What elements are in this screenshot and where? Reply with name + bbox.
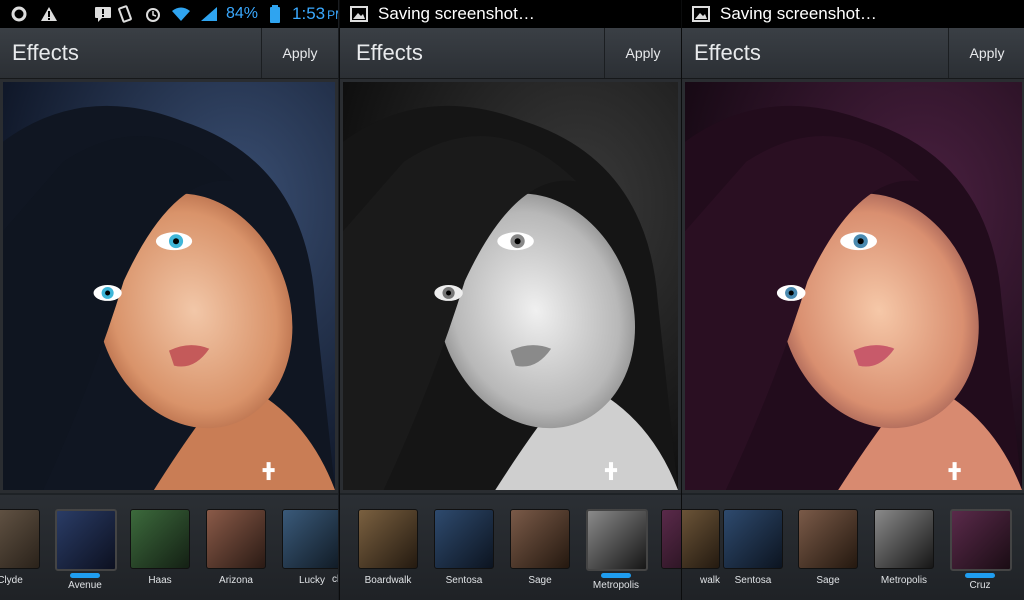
effect-label: Sentosa — [734, 575, 772, 586]
effect-label: walk — [699, 575, 720, 586]
effect-label: Metropolis — [592, 580, 640, 591]
effect-label: Clyde — [0, 575, 23, 586]
effect-label: Cruz — [969, 580, 991, 591]
effects-panel-1: 84% 1:53PM Effects Apply — [0, 0, 338, 600]
effect-thumb-partial[interactable] — [661, 509, 681, 569]
effect-thumb-sentosa[interactable]: Sentosa — [723, 509, 783, 586]
effect-label: Metropolis — [880, 575, 928, 586]
effect-label: Sage — [528, 575, 552, 586]
effect-label: Arizona — [219, 575, 253, 586]
effect-thumb-arizona[interactable]: Arizona — [206, 509, 266, 586]
vibrate-icon — [114, 3, 136, 25]
effect-label: Haas — [148, 575, 172, 586]
effects-strip: walk Sentosa Sage Metropolis Cruz — [682, 495, 1024, 600]
message-alert-icon — [92, 3, 114, 25]
effect-label: Lucky — [298, 575, 326, 586]
warning-icon — [38, 3, 60, 25]
screen-title: Effects — [12, 40, 79, 65]
action-bar: Effects Apply — [340, 28, 681, 79]
effect-thumb-metropolis[interactable]: Metropolis — [586, 509, 648, 591]
wifi-icon — [170, 3, 192, 25]
photo-preview — [340, 79, 681, 493]
effect-thumb-image — [510, 509, 570, 569]
circle-notification-icon — [8, 3, 30, 25]
effect-thumb-image — [358, 509, 418, 569]
effects-strip: Boardwalk Sentosa Sage Metropolis — [340, 495, 681, 600]
effect-label: cl — [332, 574, 338, 585]
apply-button[interactable]: Apply — [604, 28, 681, 78]
effects-panel-3: Saving screenshot… Effects Apply walk Se… — [681, 0, 1024, 600]
apply-button[interactable]: Apply — [948, 28, 1024, 78]
battery-percent: 84% — [226, 5, 259, 22]
selected-indicator — [965, 573, 995, 578]
preview-image — [3, 82, 335, 490]
saving-notice: Saving screenshot… — [720, 4, 877, 23]
effect-thumb-image — [55, 509, 117, 571]
status-bar: Saving screenshot… — [340, 0, 681, 28]
photo-preview — [0, 79, 338, 493]
screen-title: Effects — [694, 40, 761, 65]
alarm-icon — [142, 3, 164, 25]
screen-title: Effects — [356, 40, 423, 65]
selected-indicator — [70, 573, 100, 578]
effect-thumb-sage[interactable]: Sage — [798, 509, 858, 586]
clock: 1:53PM — [292, 4, 338, 24]
effect-thumb-image — [0, 509, 40, 569]
effect-thumb-image — [586, 509, 648, 571]
clock-time: 1:53 — [292, 4, 326, 23]
signal-icon — [198, 3, 220, 25]
effect-label: Boardwalk — [364, 575, 412, 586]
effect-thumb-image — [434, 509, 494, 569]
saving-notice: Saving screenshot… — [378, 4, 535, 23]
preview-image — [685, 82, 1022, 490]
effect-label: Sage — [816, 575, 840, 586]
effect-thumb-image — [661, 509, 681, 569]
effect-thumb-image — [130, 509, 190, 569]
effect-thumb-image — [950, 509, 1012, 571]
battery-icon — [264, 3, 286, 25]
preview-image — [343, 82, 678, 490]
effects-panel-2: Saving screenshot… Effects Apply Boardwa… — [339, 0, 681, 600]
effect-thumb-boardwalk-partial[interactable]: walk — [682, 509, 720, 586]
effects-strip: Clyde Avenue Haas Arizona Lucky cl — [0, 495, 338, 600]
effect-thumb-cruz[interactable]: Cruz — [950, 509, 1012, 591]
effect-thumb-image — [723, 509, 783, 569]
image-icon — [690, 3, 712, 25]
effect-thumb-haas[interactable]: Haas — [130, 509, 190, 586]
clock-ampm: PM — [327, 8, 338, 22]
effect-thumb-sage[interactable]: Sage — [510, 509, 570, 586]
effect-thumb-partial[interactable]: cl — [332, 509, 338, 585]
photo-preview — [682, 79, 1024, 493]
effect-thumb-image — [206, 509, 266, 569]
effect-thumb-boardwalk[interactable]: Boardwalk — [358, 509, 418, 586]
selected-indicator — [601, 573, 631, 578]
effect-thumb-image — [798, 509, 858, 569]
action-bar: Effects Apply — [0, 28, 338, 79]
effect-thumb-image — [282, 509, 338, 569]
effect-thumb-image — [874, 509, 934, 569]
effect-thumb-lucky[interactable]: Lucky — [282, 509, 338, 586]
effect-thumb-clyde[interactable]: Clyde — [0, 509, 40, 586]
effect-thumb-image — [682, 509, 720, 569]
effect-label: Sentosa — [445, 575, 483, 586]
image-icon — [348, 3, 370, 25]
effect-thumb-avenue[interactable]: Avenue — [55, 509, 117, 591]
action-bar: Effects Apply — [682, 28, 1024, 79]
status-bar: 84% 1:53PM — [0, 0, 338, 28]
effect-thumb-sentosa[interactable]: Sentosa — [434, 509, 494, 586]
apply-button[interactable]: Apply — [261, 28, 338, 78]
effect-thumb-metropolis[interactable]: Metropolis — [874, 509, 934, 586]
status-bar: Saving screenshot… — [682, 0, 1024, 28]
effect-label: Avenue — [68, 580, 102, 591]
